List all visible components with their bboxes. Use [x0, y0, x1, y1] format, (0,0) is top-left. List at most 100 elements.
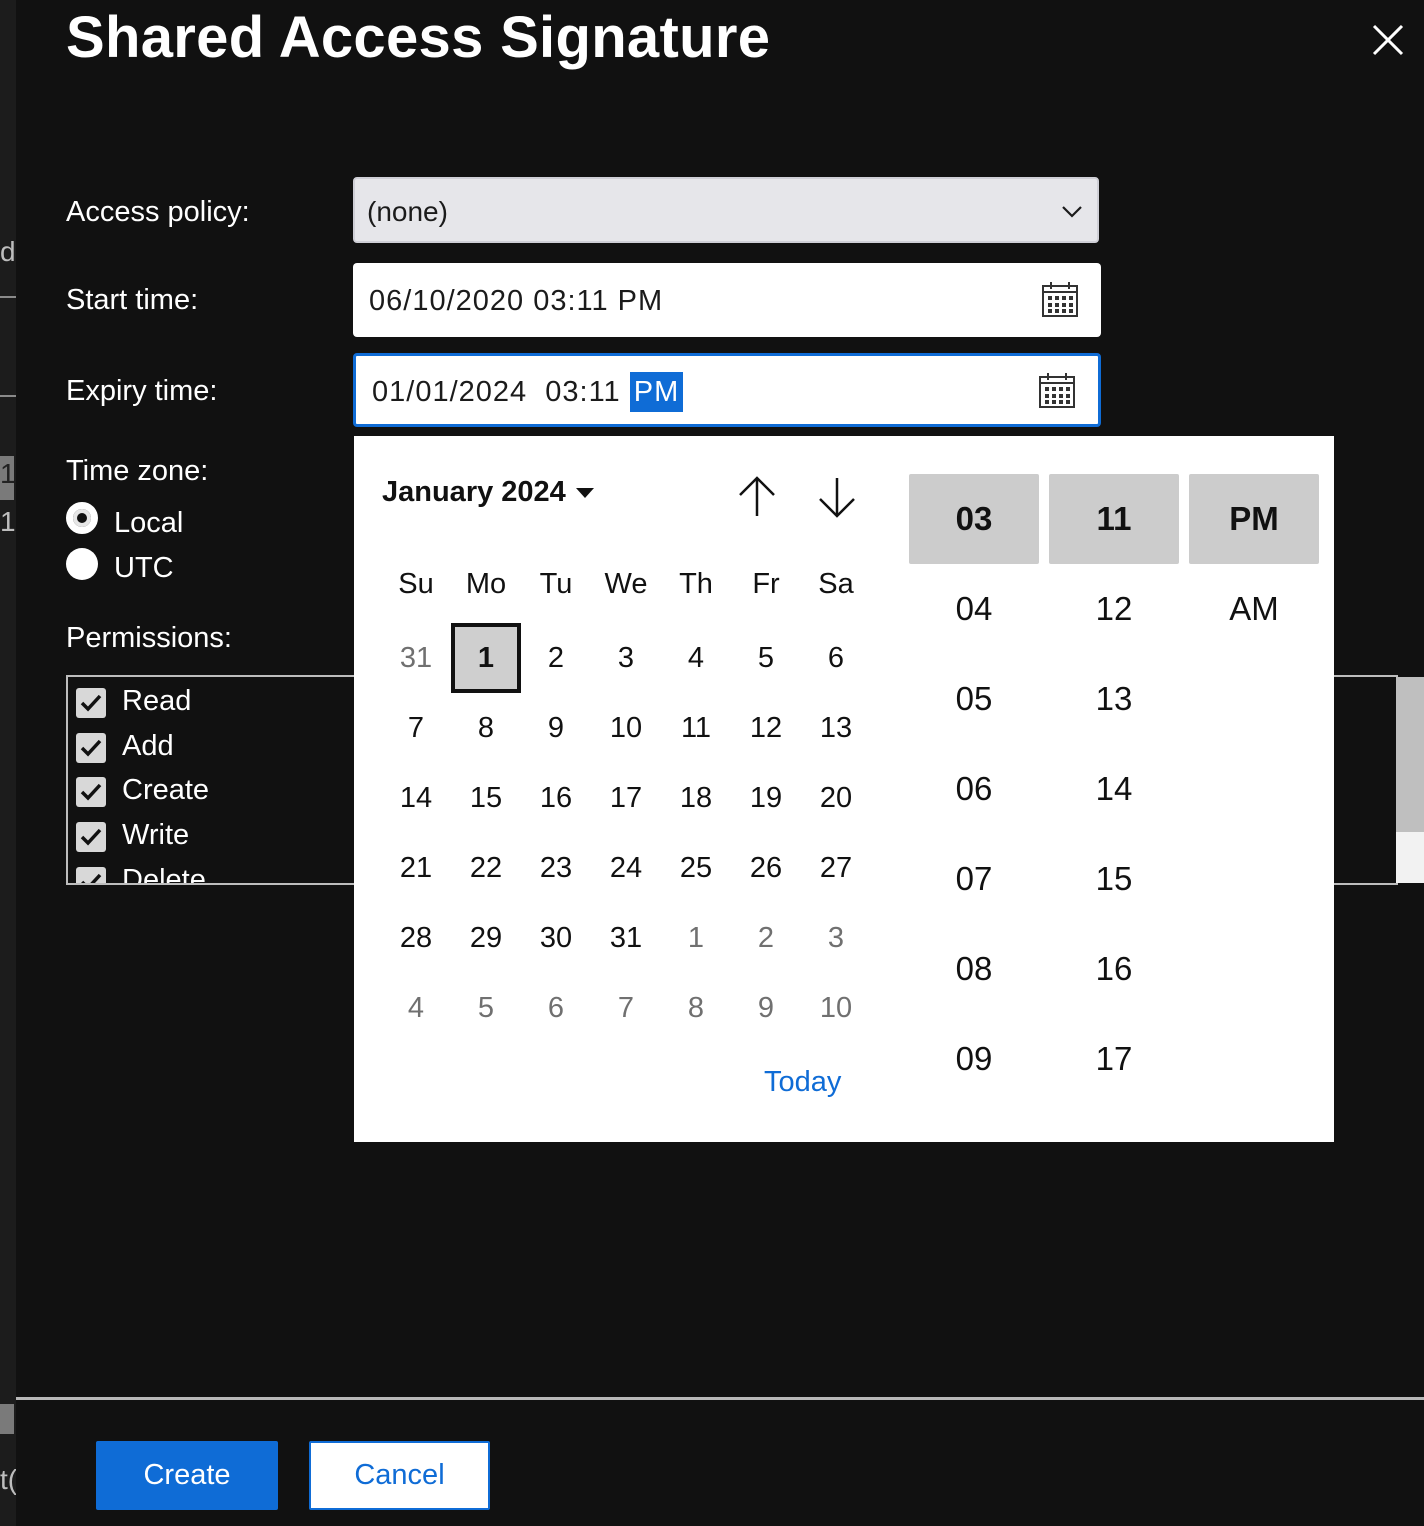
checkbox-read[interactable]: [76, 688, 106, 718]
calendar-day-other-month[interactable]: 31: [381, 623, 451, 693]
weekday-tu: Tu: [539, 568, 573, 600]
calendar-day[interactable]: 5: [731, 623, 801, 693]
calendar-day-other-month[interactable]: 3: [801, 903, 871, 973]
hour-option[interactable]: 05: [909, 654, 1039, 744]
calendar-day[interactable]: 23: [521, 833, 591, 903]
start-time-input[interactable]: 06/10/2020 03:11 PM: [353, 263, 1101, 337]
calendar-day[interactable]: 11: [661, 693, 731, 763]
calendar-day[interactable]: 2: [521, 623, 591, 693]
checkbox-create[interactable]: [76, 777, 106, 807]
cancel-button[interactable]: Cancel: [309, 1441, 490, 1510]
today-link[interactable]: Today: [764, 1066, 841, 1099]
calendar-day[interactable]: 13: [801, 693, 871, 763]
calendar-day[interactable]: 3: [591, 623, 661, 693]
minute-option[interactable]: 11: [1049, 474, 1179, 564]
calendar-day[interactable]: 6: [801, 623, 871, 693]
check-icon: [80, 739, 102, 757]
period-option[interactable]: PM: [1189, 474, 1319, 564]
dialog-title: Shared Access Signature: [66, 5, 771, 70]
expiry-time-label: Expiry time:: [66, 375, 218, 407]
weekday-we: We: [604, 568, 648, 600]
permission-delete-label: Delete: [122, 864, 206, 885]
calendar-day[interactable]: 30: [521, 903, 591, 973]
radio-utc[interactable]: [66, 548, 98, 580]
expiry-time-period-selected[interactable]: PM: [629, 372, 684, 412]
calendar-day[interactable]: 4: [661, 623, 731, 693]
calendar-day[interactable]: 1: [451, 623, 521, 693]
calendar-day[interactable]: 29: [451, 903, 521, 973]
minute-option[interactable]: 16: [1049, 924, 1179, 1014]
datetime-picker-popup: January 2024 Su Mo Tu We Th Fr Sa 31 1 2 3 4 5 6 7 8 9 1…: [354, 436, 1334, 1142]
calendar-day[interactable]: 8: [451, 693, 521, 763]
calendar-day[interactable]: 18: [661, 763, 731, 833]
calendar-day[interactable]: 22: [451, 833, 521, 903]
hour-option[interactable]: 06: [909, 744, 1039, 834]
calendar-day[interactable]: 25: [661, 833, 731, 903]
calendar-day[interactable]: 24: [591, 833, 661, 903]
calendar-day[interactable]: 21: [381, 833, 451, 903]
peek-text: 1: [0, 458, 16, 489]
check-icon: [80, 783, 102, 801]
permissions-scrollbar-thumb[interactable]: [1396, 677, 1424, 832]
calendar-day-other-month[interactable]: 8: [661, 973, 731, 1043]
weekday-fr: Fr: [752, 568, 780, 600]
calendar-day-other-month[interactable]: 6: [521, 973, 591, 1043]
calendar-day[interactable]: 16: [521, 763, 591, 833]
radio-local[interactable]: [66, 502, 98, 534]
arrow-up-icon[interactable]: [735, 474, 779, 520]
peek-text: t(: [0, 1464, 16, 1495]
hour-option[interactable]: 03: [909, 474, 1039, 564]
calendar-day[interactable]: 7: [381, 693, 451, 763]
calendar-day[interactable]: 10: [591, 693, 661, 763]
calendar-icon[interactable]: [1038, 371, 1076, 409]
arrow-down-icon[interactable]: [815, 474, 859, 520]
calendar-day-other-month[interactable]: 4: [381, 973, 451, 1043]
access-policy-label: Access policy:: [66, 196, 250, 228]
peek-text: d: [0, 236, 16, 267]
minute-option[interactable]: 17: [1049, 1014, 1179, 1104]
checkbox-add[interactable]: [76, 733, 106, 763]
minute-option[interactable]: 12: [1049, 564, 1179, 654]
calendar-day[interactable]: 19: [731, 763, 801, 833]
peek-scrollbar: [0, 1404, 14, 1434]
calendar-icon[interactable]: [1041, 280, 1079, 318]
access-policy-select[interactable]: (none): [353, 177, 1099, 243]
calendar-day[interactable]: 26: [731, 833, 801, 903]
hour-option[interactable]: 04: [909, 564, 1039, 654]
calendar-day-other-month[interactable]: 2: [731, 903, 801, 973]
close-icon[interactable]: [1364, 16, 1412, 64]
weekday-th: Th: [679, 568, 713, 600]
month-year-selector[interactable]: January 2024: [382, 476, 594, 509]
checkbox-write[interactable]: [76, 822, 106, 852]
calendar-day-other-month[interactable]: 7: [591, 973, 661, 1043]
calendar-day[interactable]: 20: [801, 763, 871, 833]
calendar-day-other-month[interactable]: 5: [451, 973, 521, 1043]
calendar-day[interactable]: 17: [591, 763, 661, 833]
calendar-day[interactable]: 28: [381, 903, 451, 973]
create-button[interactable]: Create: [96, 1441, 278, 1510]
minute-option[interactable]: 14: [1049, 744, 1179, 834]
calendar-day[interactable]: 27: [801, 833, 871, 903]
weekday-su: Su: [398, 568, 434, 600]
calendar-day[interactable]: 14: [381, 763, 451, 833]
expiry-time-date-text: 01/01/2024 03:11: [372, 376, 630, 408]
minute-option[interactable]: 15: [1049, 834, 1179, 924]
time-zone-label: Time zone:: [66, 455, 209, 487]
calendar-day[interactable]: 31: [591, 903, 661, 973]
expiry-time-input[interactable]: 01/01/2024 03:11 PM: [353, 353, 1101, 427]
calendar-day[interactable]: 15: [451, 763, 521, 833]
calendar-day-other-month[interactable]: 10: [801, 973, 871, 1043]
hour-option[interactable]: 08: [909, 924, 1039, 1014]
minute-option[interactable]: 13: [1049, 654, 1179, 744]
checkbox-delete[interactable]: [76, 867, 106, 883]
calendar-day-other-month[interactable]: 9: [731, 973, 801, 1043]
period-option[interactable]: AM: [1189, 564, 1319, 654]
caret-down-icon: [575, 488, 594, 499]
calendar-day[interactable]: 12: [731, 693, 801, 763]
calendar-day[interactable]: 9: [521, 693, 591, 763]
hour-option[interactable]: 07: [909, 834, 1039, 924]
permissions-scrollbar-track[interactable]: [1396, 832, 1424, 883]
hour-option[interactable]: 09: [909, 1014, 1039, 1104]
calendar-day-other-month[interactable]: 1: [661, 903, 731, 973]
permission-create-label: Create: [122, 774, 210, 806]
